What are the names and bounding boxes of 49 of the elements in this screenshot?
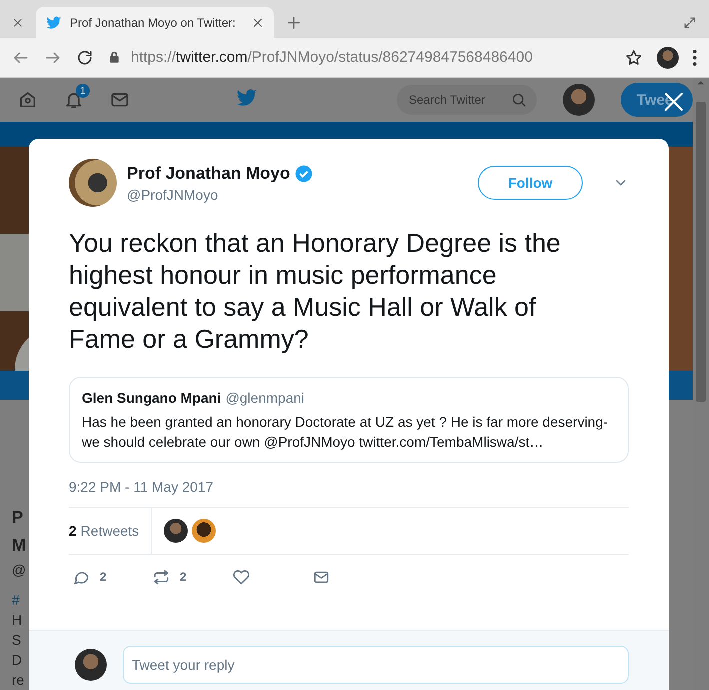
- reload-button[interactable]: [76, 48, 94, 66]
- expand-icon: [683, 16, 697, 30]
- home-button[interactable]: [18, 90, 38, 110]
- background-text: D: [12, 651, 22, 670]
- user-avatar[interactable]: [563, 84, 595, 116]
- close-icon: [13, 18, 23, 28]
- plus-icon: [286, 14, 302, 30]
- background-text: #: [12, 591, 20, 610]
- background-text: S: [12, 631, 22, 650]
- retweet-icon: [153, 568, 170, 586]
- background-text: M: [12, 535, 26, 558]
- author-name[interactable]: Prof Jonathan Moyo: [127, 164, 290, 184]
- heart-icon: [233, 568, 250, 586]
- browser-tab[interactable]: Prof Jonathan Moyo on Twitter:: [36, 7, 274, 38]
- house-icon: [18, 90, 38, 110]
- tweet-text: You reckon that an Honorary Degree is the highest honour in music performance equivalent to say a Music Hall or Walk of Fame or a Grammy?: [69, 227, 562, 355]
- reload-icon: [76, 48, 94, 66]
- scrollbar-thumb[interactable]: [696, 102, 706, 402]
- background-text: re: [12, 671, 24, 690]
- reply-button[interactable]: 2: [73, 568, 153, 586]
- quoted-author: Glen Sungano Mpani @glenmpani: [82, 390, 306, 408]
- quoted-tweet[interactable]: Glen Sungano Mpani @glenmpani Has he been granted an honorary Doctorate at UZ as yet ? He is far more deserving- we should celebrate our own @ProfJNMoyo twitter.com/TembaMliswa/st…: [69, 377, 629, 463]
- background-text: H: [12, 611, 22, 630]
- background-text: @: [12, 561, 26, 580]
- star-icon: [625, 48, 643, 66]
- retweeter-avatar[interactable]: [192, 519, 216, 543]
- quoted-text: Has he been granted an honorary Doctorate at UZ as yet ? He is far more deserving- we should celebrate our own @ProfJNMoyo twitter.com/TembaMliswa/st…: [82, 413, 610, 452]
- menu-icon: [693, 50, 697, 66]
- search-field[interactable]: Search Twitter: [397, 85, 537, 116]
- url-text: https://twitter.com/ProfJNMoyo/status/862749847568486400: [131, 49, 533, 66]
- author-avatar[interactable]: [69, 159, 117, 207]
- tab-title: Prof Jonathan Moyo on Twitter:: [70, 16, 237, 30]
- profile-avatar[interactable]: [657, 46, 679, 68]
- bird-icon: [46, 14, 62, 30]
- search-icon: [511, 92, 527, 108]
- menu-button[interactable]: [693, 50, 697, 66]
- reply-field[interactable]: Tweet your reply: [123, 646, 629, 684]
- retweet-button[interactable]: 2: [153, 568, 233, 586]
- reply-avatar: [75, 649, 107, 681]
- close-icon: [252, 16, 264, 28]
- retweet-count[interactable]: 2 Retweets: [69, 508, 152, 554]
- lock-icon: [108, 51, 121, 64]
- bird-icon: [236, 86, 258, 109]
- background-text: P: [12, 507, 24, 530]
- bookmark-star-button[interactable]: [625, 48, 643, 66]
- tweet-timestamp[interactable]: 9:22 PM - 11 May 2017: [69, 479, 629, 495]
- author-handle: @ProfJNMoyo: [127, 186, 220, 202]
- notification-badge: 1: [76, 84, 90, 98]
- retweeter-avatar[interactable]: [164, 519, 188, 543]
